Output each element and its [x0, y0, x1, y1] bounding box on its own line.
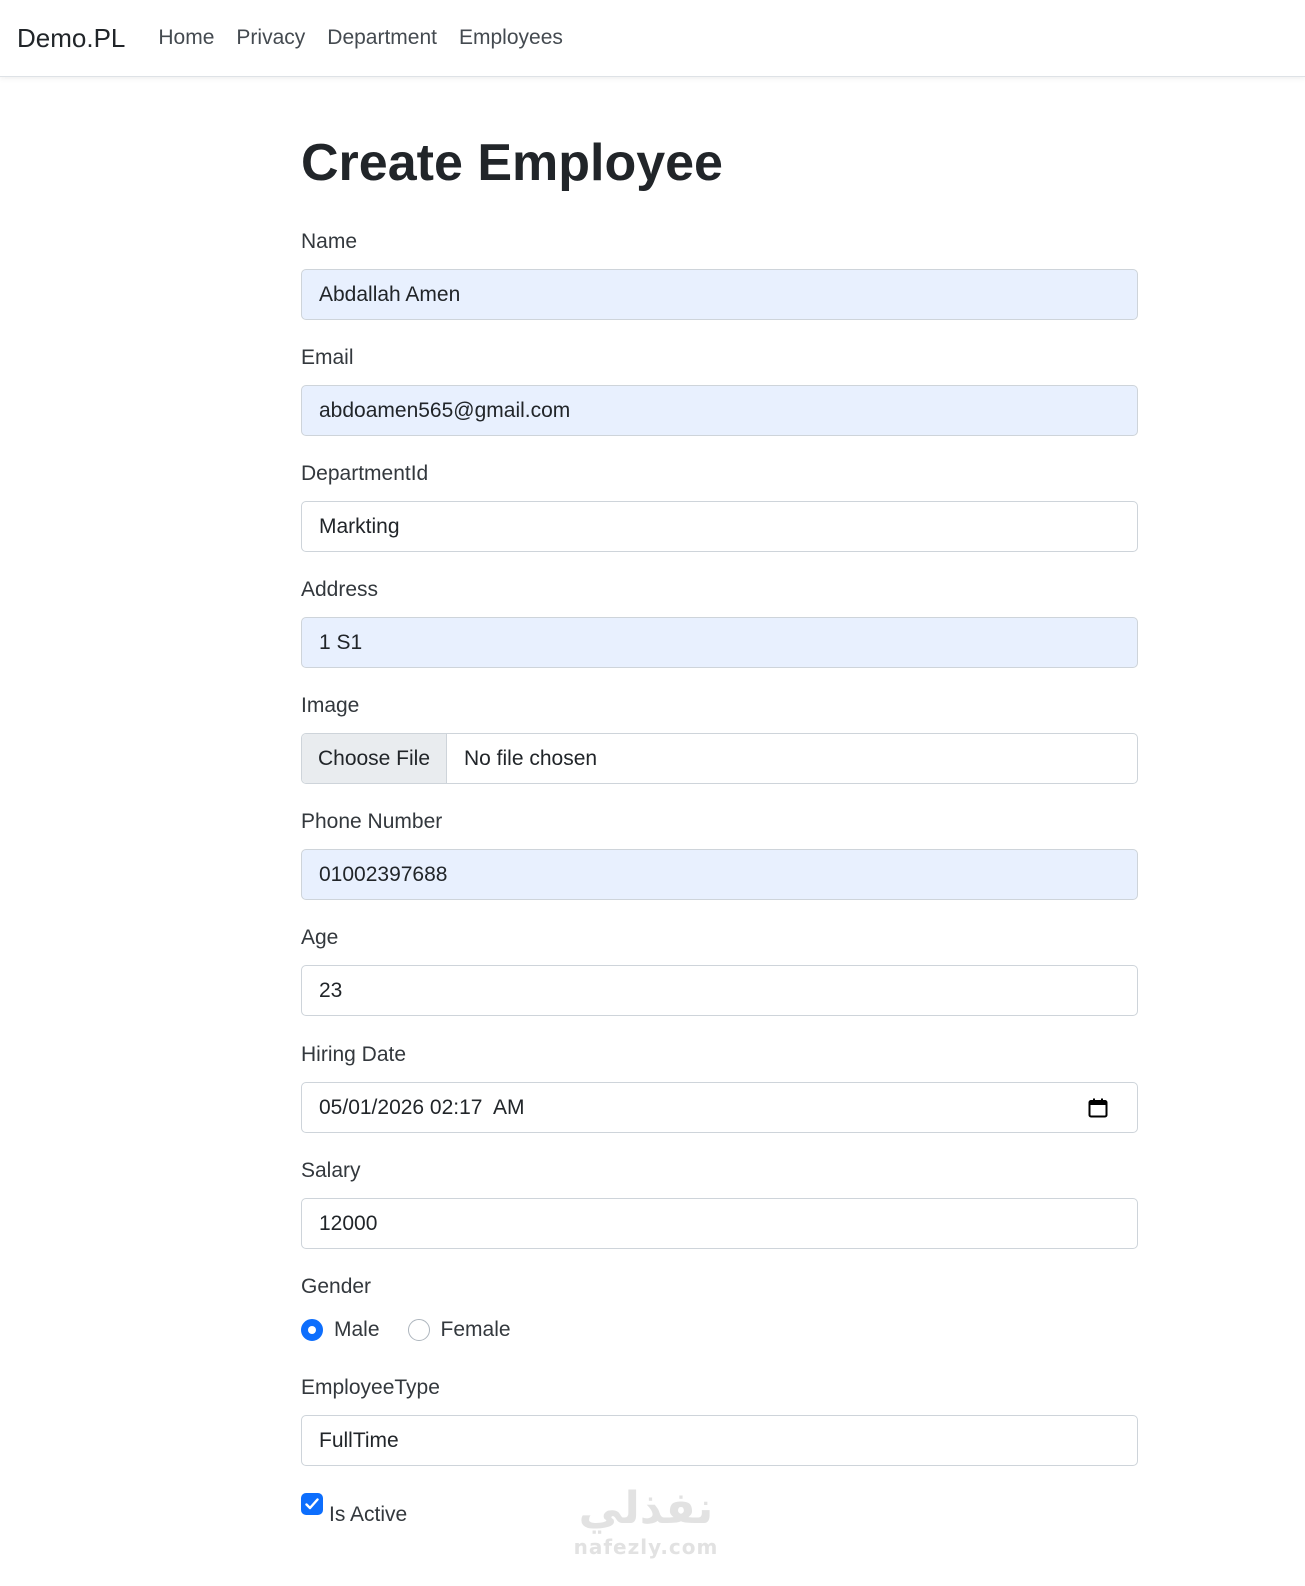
age-value: 23 — [319, 978, 343, 1002]
nafezly-watermark: نفذلي nafezly.com — [566, 1483, 726, 1559]
watermark-latin-text: nafezly.com — [573, 1535, 719, 1559]
nav-link-privacy[interactable]: Privacy — [236, 26, 305, 50]
page-title: Create Employee — [301, 134, 723, 192]
gender-radio-group: Male Female — [301, 1318, 539, 1342]
nav-link-department[interactable]: Department — [327, 26, 437, 50]
address-label: Address — [301, 578, 379, 601]
image-label: Image — [301, 694, 360, 717]
image-file-input[interactable]: Choose File No file chosen — [301, 733, 1138, 784]
gender-label: Gender — [301, 1275, 372, 1298]
brand-link[interactable]: Demo.PL — [17, 23, 125, 54]
female-radio-label[interactable]: Female — [441, 1318, 511, 1342]
nav-link-home[interactable]: Home — [158, 26, 214, 50]
address-input[interactable]: 1 S1 — [301, 617, 1138, 668]
calendar-icon[interactable] — [1088, 1098, 1108, 1118]
email-value: abdoamen565@gmail.com — [319, 398, 571, 422]
watermark-arabic-text: نفذلي — [578, 1483, 714, 1534]
hiring-date-input[interactable]: 05/01/2026 02:17 AM — [301, 1082, 1138, 1133]
male-radio-label[interactable]: Male — [334, 1318, 380, 1342]
department-input[interactable]: Markting — [301, 501, 1138, 552]
salary-label: Salary — [301, 1159, 361, 1182]
name-input[interactable]: Abdallah Amen — [301, 269, 1138, 320]
department-value: Markting — [319, 514, 400, 538]
employee-type-input[interactable]: FullTime — [301, 1415, 1138, 1466]
employee-type-label: EmployeeType — [301, 1376, 440, 1399]
gender-option-male[interactable]: Male — [301, 1318, 380, 1342]
age-input[interactable]: 23 — [301, 965, 1138, 1016]
choose-file-button[interactable]: Choose File — [302, 734, 447, 783]
department-label: DepartmentId — [301, 462, 429, 485]
hiring-date-label: Hiring Date — [301, 1043, 407, 1066]
female-radio[interactable] — [407, 1319, 430, 1341]
email-input[interactable]: abdoamen565@gmail.com — [301, 385, 1138, 436]
is-active-checkbox[interactable] — [301, 1493, 323, 1515]
salary-value: 12000 — [319, 1211, 378, 1235]
phone-input[interactable]: 01002397688 — [301, 849, 1138, 900]
age-label: Age — [301, 926, 339, 949]
employee-type-value: FullTime — [319, 1428, 399, 1452]
address-value: 1 S1 — [319, 630, 363, 654]
email-label: Email — [301, 346, 354, 369]
phone-label: Phone Number — [301, 810, 443, 833]
nav-link-employees[interactable]: Employees — [459, 26, 563, 50]
is-active-row[interactable]: Is Active — [301, 1493, 407, 1527]
hiring-date-value: 05/01/2026 02:17 AM — [319, 1095, 525, 1119]
gender-option-female[interactable]: Female — [407, 1318, 511, 1342]
salary-input[interactable]: 12000 — [301, 1198, 1138, 1249]
name-value: Abdallah Amen — [319, 282, 461, 306]
phone-value: 01002397688 — [319, 862, 448, 886]
file-status-text: No file chosen — [464, 746, 598, 770]
name-label: Name — [301, 230, 358, 253]
checkmark-icon — [305, 1498, 319, 1510]
top-navbar: Demo.PL Home Privacy Department Employee… — [0, 0, 1305, 77]
is-active-label[interactable]: Is Active — [329, 1503, 407, 1527]
male-radio[interactable] — [301, 1319, 323, 1341]
